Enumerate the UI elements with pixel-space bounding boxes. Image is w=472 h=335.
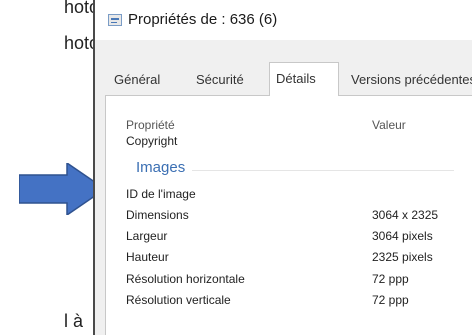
table-row[interactable]: ID de l'image (106, 185, 472, 205)
group-label: Images (136, 159, 186, 176)
property-value: 72 ppp (372, 293, 409, 307)
table-row[interactable]: Résolution horizontale 72 ppp (106, 270, 472, 290)
table-row[interactable]: Dimensions 3064 x 2325 (106, 206, 472, 226)
property-value: 2325 pixels (372, 250, 433, 264)
property-name: Hauteur (126, 250, 169, 264)
tab-details[interactable]: Détails (269, 62, 339, 96)
property-value: 3064 pixels (372, 229, 433, 243)
table-row[interactable]: Copyright (106, 132, 472, 152)
properties-dialog: Propriétés de : 636 (6) Général Sécurité… (93, 0, 472, 335)
table-row[interactable]: Résolution verticale 72 ppp (106, 291, 472, 311)
tab-bar: Général Sécurité Détails Versions précéd… (95, 62, 472, 96)
tab-previous-versions[interactable]: Versions précédentes (345, 66, 472, 94)
property-name: ID de l'image (126, 187, 196, 201)
table-row[interactable]: Largeur 3064 pixels (106, 227, 472, 247)
details-panel: Propriété Valeur Copyright Images ID de … (105, 95, 472, 335)
dialog-title: Propriétés de : 636 (6) (128, 11, 278, 28)
property-value: 3064 x 2325 (372, 208, 439, 222)
title-bar: Propriétés de : 636 (6) (95, 0, 472, 40)
property-name: Résolution horizontale (126, 272, 245, 286)
slide-text-fragment: l à (64, 311, 84, 331)
group-divider (192, 170, 454, 171)
column-header-property[interactable]: Propriété (126, 118, 175, 132)
tab-security[interactable]: Sécurité (190, 66, 250, 94)
window-icon (108, 14, 122, 26)
property-name: Dimensions (126, 208, 189, 222)
group-header-images: Images (106, 157, 472, 181)
property-name: Résolution verticale (126, 293, 231, 307)
property-name: Largeur (126, 229, 168, 243)
property-name: Copyright (126, 134, 178, 148)
table-row[interactable]: Hauteur 2325 pixels (106, 248, 472, 268)
property-value: 72 ppp (372, 272, 409, 286)
column-header-value[interactable]: Valeur (372, 118, 406, 132)
tab-general[interactable]: Général (108, 66, 166, 94)
